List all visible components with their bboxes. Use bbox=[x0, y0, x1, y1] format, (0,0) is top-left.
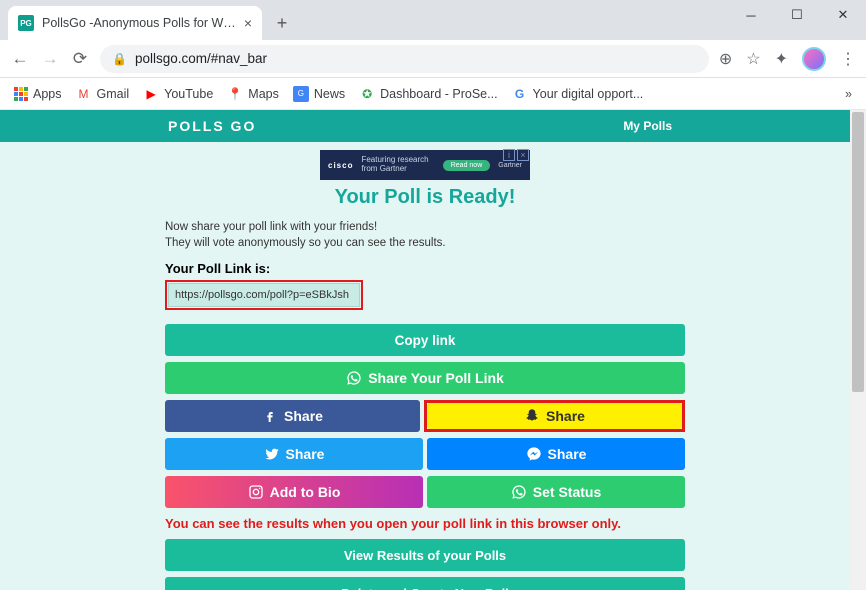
minimize-button[interactable]: ─ bbox=[728, 0, 774, 30]
copy-link-button[interactable]: Copy link bbox=[165, 324, 685, 356]
whatsapp-icon bbox=[511, 484, 527, 500]
poll-link-input[interactable]: https://pollsgo.com/poll?p=eSBkJsh bbox=[168, 283, 360, 307]
favicon: PG bbox=[18, 15, 34, 31]
ad-banner[interactable]: cisco Featuring research from Gartner Re… bbox=[320, 150, 530, 180]
ad-close-icon[interactable]: × bbox=[517, 149, 529, 161]
close-icon[interactable]: × bbox=[244, 15, 252, 31]
poll-link-highlight: https://pollsgo.com/poll?p=eSBkJsh bbox=[165, 280, 363, 310]
address-bar[interactable]: 🔒 pollsgo.com/#nav_bar bbox=[100, 45, 709, 73]
apps-icon bbox=[14, 87, 28, 101]
zoom-icon[interactable]: ⊕ bbox=[719, 49, 732, 69]
reload-button[interactable]: ⟳ bbox=[70, 49, 90, 69]
button-label: View Results of your Polls bbox=[344, 548, 506, 563]
poll-link-label: Your Poll Link is: bbox=[165, 261, 685, 276]
snapchat-highlight: Share bbox=[424, 400, 685, 432]
whatsapp-icon bbox=[346, 370, 362, 386]
youtube-icon: ▶ bbox=[143, 86, 159, 102]
ad-brand: cisco bbox=[328, 161, 353, 170]
snapchat-share-button[interactable]: Share bbox=[427, 403, 682, 429]
news-icon: G bbox=[293, 86, 309, 102]
maps-icon: 📍 bbox=[227, 86, 243, 102]
add-to-bio-button[interactable]: Add to Bio bbox=[165, 476, 423, 508]
ad-text: Featuring research from Gartner bbox=[361, 156, 434, 174]
url-text: pollsgo.com/#nav_bar bbox=[135, 51, 267, 66]
button-label: Share bbox=[548, 446, 587, 462]
site-logo[interactable]: POLLS GO bbox=[168, 118, 256, 134]
bookmark-news[interactable]: G News bbox=[293, 86, 345, 102]
bookmark-gmail[interactable]: M Gmail bbox=[76, 86, 130, 102]
results-note: You can see the results when you open yo… bbox=[165, 516, 685, 531]
lock-icon: 🔒 bbox=[112, 52, 127, 66]
gmail-icon: M bbox=[76, 86, 92, 102]
facebook-icon bbox=[262, 408, 278, 424]
browser-tab[interactable]: PG PollsGo -Anonymous Polls for W… × bbox=[8, 6, 262, 40]
maximize-button[interactable]: ☐ bbox=[774, 0, 820, 30]
bookmark-label: Apps bbox=[33, 87, 62, 101]
bookmarks-bar: Apps M Gmail ▶ YouTube 📍 Maps G News ✪ D… bbox=[0, 78, 866, 110]
bookmark-label: News bbox=[314, 87, 345, 101]
bookmark-label: Maps bbox=[248, 87, 279, 101]
bookmark-youtube[interactable]: ▶ YouTube bbox=[143, 86, 213, 102]
my-polls-link[interactable]: My Polls bbox=[623, 119, 672, 133]
button-label: Share bbox=[284, 408, 323, 424]
delete-create-button[interactable]: Delete and Create New Poll bbox=[165, 577, 685, 590]
bookmark-label: Gmail bbox=[97, 87, 130, 101]
bookmark-label: YouTube bbox=[164, 87, 213, 101]
ad-gartner: Gartner bbox=[498, 162, 522, 169]
button-label: Share bbox=[286, 446, 325, 462]
menu-icon[interactable]: ⋮ bbox=[840, 49, 856, 69]
page-title: Your Poll is Ready! bbox=[165, 186, 685, 209]
scrollbar-thumb[interactable] bbox=[852, 112, 864, 392]
profile-avatar[interactable] bbox=[802, 47, 826, 71]
button-label: Share Your Poll Link bbox=[368, 370, 504, 386]
bookmark-maps[interactable]: 📍 Maps bbox=[227, 86, 279, 102]
bookmark-apps[interactable]: Apps bbox=[14, 87, 62, 101]
subtitle-line: They will vote anonymously so you can se… bbox=[165, 235, 685, 251]
main-content: Your Poll is Ready! Now share your poll … bbox=[165, 186, 685, 590]
scrollbar[interactable] bbox=[850, 110, 866, 590]
site-header: POLLS GO My Polls bbox=[0, 110, 850, 142]
button-label: Share bbox=[546, 408, 585, 424]
back-button[interactable]: ← bbox=[10, 49, 30, 69]
bookmark-label: Dashboard - ProSe... bbox=[380, 87, 497, 101]
extensions-icon[interactable]: ✦ bbox=[775, 49, 788, 69]
new-tab-button[interactable]: + bbox=[268, 13, 296, 34]
tab-title: PollsGo -Anonymous Polls for W… bbox=[42, 16, 236, 30]
bookmark-star-icon[interactable]: ☆ bbox=[746, 49, 760, 69]
button-label: Add to Bio bbox=[270, 484, 341, 500]
bookmarks-overflow-icon[interactable]: » bbox=[845, 87, 852, 101]
set-status-button[interactable]: Set Status bbox=[427, 476, 685, 508]
button-label: Delete and Create New Poll bbox=[341, 586, 509, 590]
button-label: Set Status bbox=[533, 484, 601, 500]
page-viewport: POLLS GO My Polls cisco Featuring resear… bbox=[0, 110, 866, 590]
instagram-icon bbox=[248, 484, 264, 500]
messenger-share-button[interactable]: Share bbox=[427, 438, 685, 470]
window-controls: ─ ☐ ✕ bbox=[728, 0, 866, 30]
twitter-icon bbox=[264, 446, 280, 462]
button-label: Copy link bbox=[395, 333, 456, 348]
google-icon: G bbox=[512, 86, 528, 102]
bookmark-dashboard[interactable]: ✪ Dashboard - ProSe... bbox=[359, 86, 497, 102]
forward-button[interactable]: → bbox=[40, 49, 60, 69]
twitter-share-button[interactable]: Share bbox=[165, 438, 423, 470]
ad-info-icon[interactable]: i bbox=[503, 149, 515, 161]
bookmark-digital[interactable]: G Your digital opport... bbox=[512, 86, 644, 102]
messenger-icon bbox=[526, 446, 542, 462]
subtitle: Now share your poll link with your frien… bbox=[165, 219, 685, 251]
browser-titlebar: PG PollsGo -Anonymous Polls for W… × + ─… bbox=[0, 0, 866, 40]
snapchat-icon bbox=[524, 408, 540, 424]
view-results-button[interactable]: View Results of your Polls bbox=[165, 539, 685, 571]
facebook-share-button[interactable]: Share bbox=[165, 400, 420, 432]
close-window-button[interactable]: ✕ bbox=[820, 0, 866, 30]
bookmark-label: Your digital opport... bbox=[533, 87, 644, 101]
subtitle-line: Now share your poll link with your frien… bbox=[165, 219, 685, 235]
dashboard-icon: ✪ bbox=[359, 86, 375, 102]
whatsapp-share-button[interactable]: Share Your Poll Link bbox=[165, 362, 685, 394]
ad-cta[interactable]: Read now bbox=[443, 160, 491, 171]
browser-toolbar: ← → ⟳ 🔒 pollsgo.com/#nav_bar ⊕ ☆ ✦ ⋮ bbox=[0, 40, 866, 78]
